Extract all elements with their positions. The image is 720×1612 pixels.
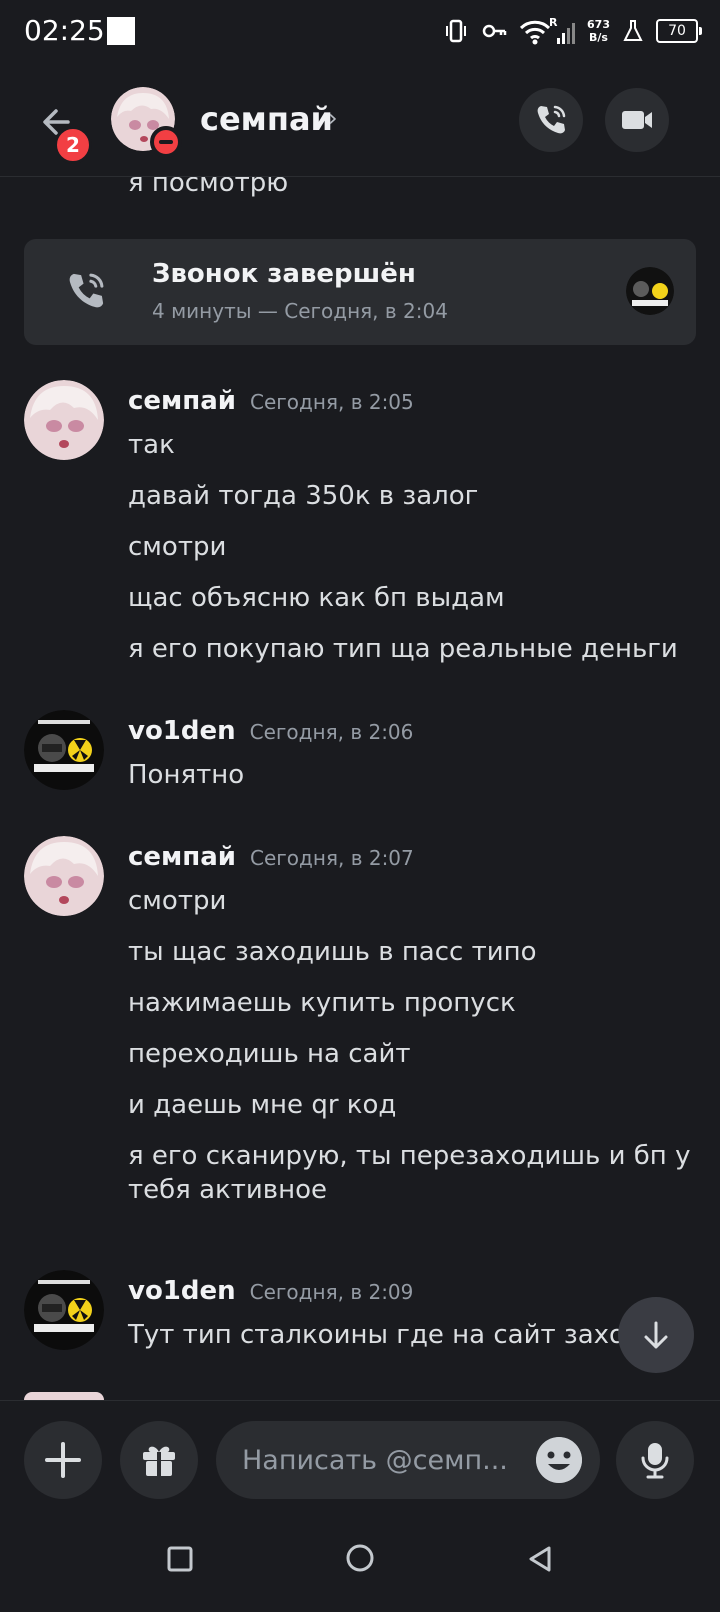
message-text: Понятно [128,760,245,790]
phone-call-icon [537,105,566,134]
status-time: 02:25 [24,14,105,47]
video-camera-icon [622,111,652,129]
scroll-to-bottom-button[interactable] [618,1297,694,1373]
message-author[interactable]: семпай Сегодня, в 2:05 [128,386,414,416]
vibrate-icon [446,19,467,43]
message-lines: так давай тогда 350к в залог смотри щас … [128,428,698,683]
emoji-icon[interactable] [536,1437,582,1483]
message-input[interactable]: Написать @семп... [216,1421,600,1499]
attach-button[interactable] [24,1421,102,1499]
message-text: смотри [128,886,227,916]
message-text: Тут тип сталкоины где на сайт захо [128,1320,625,1350]
contact-name[interactable]: семпай [200,100,333,138]
unread-badge: 2 [54,126,92,164]
message-input-placeholder: Написать @семп... [242,1445,508,1476]
network-speed: 673 B/s [587,18,610,44]
message-timestamp: Сегодня, в 2:09 [249,1280,414,1304]
message-timestamp: Сегодня, в 2:06 [249,720,414,744]
call-subtitle: 4 минуты — Сегодня, в 2:04 [152,299,448,323]
phone-call-icon [69,273,104,308]
avatar[interactable] [24,1270,104,1350]
recents-icon[interactable] [166,1545,194,1573]
message-text: смотри [128,532,227,562]
status-icons: R 673 B/s 70 [443,16,702,46]
avatar [24,1392,104,1400]
message-lines: Тут тип сталкоины где на сайт захо [128,1318,698,1369]
battery-indicator: 70 [656,19,702,43]
gift-button[interactable] [120,1421,198,1499]
message-text: я его покупаю тип ща реальные деньги [128,634,678,664]
avatar[interactable] [24,836,104,916]
voice-call-button[interactable] [519,88,583,152]
participant-avatar [626,267,674,315]
message-composer: Написать @семп... [0,1400,720,1516]
microphone-icon [641,1443,669,1479]
status-bar: 02:25 R 673 B/s 70 [0,0,720,66]
key-icon [482,24,507,38]
message-text: давай тогда 350к в залог [128,481,479,511]
message-author[interactable]: vo1den Сегодня, в 2:06 [128,716,413,746]
message-text: щас объясню как бп выдам [128,583,505,613]
notification-square-icon [107,17,135,45]
message-text: ты щас заходишь в пасс типо [128,937,537,967]
message-lines: смотри ты щас заходишь в пасс типо нажим… [128,884,698,1224]
call-ended-card[interactable]: Звонок завершён 4 минуты — Сегодня, в 2:… [24,239,696,345]
wifi-signal-icon: R [519,16,576,45]
message-text: и даешь мне qr код [128,1090,397,1120]
message-lines: Понятно [128,758,698,809]
system-navigation-bar [0,1515,720,1612]
voice-message-button[interactable] [616,1421,694,1499]
message-author[interactable]: vo1den Сегодня, в 2:09 [128,1276,413,1306]
message-timestamp: Сегодня, в 2:05 [250,390,414,414]
chevron-right-icon[interactable]: › [328,104,338,132]
call-title: Звонок завершён [152,259,416,289]
avatar[interactable] [24,710,104,790]
message-text: переходишь на сайт [128,1039,411,1069]
do-not-disturb-status-icon [150,126,182,158]
message-text: нажимаешь купить пропуск [128,988,516,1018]
back-icon[interactable] [526,1545,554,1573]
gift-icon [143,1446,175,1476]
arrow-down-icon [644,1321,668,1349]
message-author[interactable]: семпай Сегодня, в 2:07 [128,842,414,872]
message-timestamp: Сегодня, в 2:07 [250,846,414,870]
flask-icon [623,20,643,41]
chat-header: 2 семпай › [0,66,720,177]
svg-text:R: R [549,16,558,29]
message-text: так [128,430,175,460]
plus-icon [45,1442,81,1478]
message-text: я его сканирую, ты перезаходишь и бп у т… [128,1141,691,1205]
home-icon[interactable] [345,1543,375,1573]
video-call-button[interactable] [605,88,669,152]
avatar[interactable] [24,380,104,460]
